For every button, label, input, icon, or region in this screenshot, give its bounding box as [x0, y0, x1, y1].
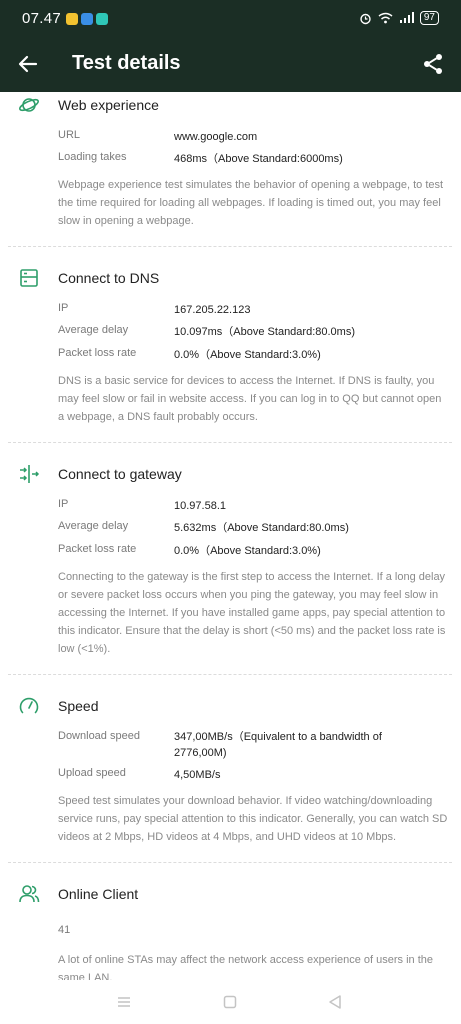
users-icon: [19, 885, 40, 903]
info-label: Packet loss rate: [58, 347, 137, 359]
info-label: IP: [58, 302, 69, 314]
section-description: Connecting to the gateway is the first s…: [58, 571, 446, 655]
info-label: Average delay: [58, 520, 129, 532]
page-title: Test details: [72, 52, 181, 74]
info-value: 4,50MB/s: [174, 769, 221, 781]
planet-icon: [19, 98, 39, 112]
server-icon: [20, 269, 38, 287]
info-value: 468ms（Above Standard:6000ms): [174, 153, 343, 165]
status-time: 07.47: [22, 10, 62, 27]
info-value: 10.97.58.1: [174, 500, 226, 512]
info-label: Loading takes: [58, 151, 127, 163]
speedometer-icon: [19, 697, 39, 714]
alarm-icon: [360, 13, 371, 24]
status-indicators: 97: [359, 11, 439, 25]
info-label: IP: [58, 498, 69, 510]
back-triangle-icon[interactable]: [325, 992, 345, 1012]
battery-indicator: 97: [419, 11, 439, 25]
info-value: 347,00MB/s（Equivalent to a bandwidth of …: [174, 731, 382, 759]
info-label: Packet loss rate: [58, 543, 137, 555]
info-value: 10.097ms（Above Standard:80.0ms): [174, 326, 355, 338]
notification-app-icon: [66, 13, 78, 25]
notification-icons: [66, 13, 108, 25]
section-title: Speed: [58, 698, 99, 714]
section-title: Connect to gateway: [58, 466, 182, 482]
test-details-list[interactable]: Web experience URL www.google.com Loadin…: [0, 92, 461, 980]
info-label: Average delay: [58, 324, 129, 336]
client-count: 41: [58, 924, 71, 936]
info-label: Download speed: [58, 730, 140, 742]
info-label: URL: [58, 129, 81, 141]
info-value: 0.0%（Above Standard:3.0%): [174, 545, 321, 557]
section-description: A lot of online STAs may affect the netw…: [58, 954, 434, 980]
gateway-arrows-icon: [20, 465, 40, 483]
section-description: Speed test simulates your download behav…: [58, 795, 448, 843]
notification-app-icon: [81, 13, 93, 25]
divider: [8, 862, 452, 863]
info-value: 167.205.22.123: [174, 304, 251, 316]
app-bar: Test details: [0, 36, 461, 92]
status-bar: 07.47 97: [0, 0, 461, 36]
section-description: Webpage experience test simulates the be…: [58, 179, 444, 227]
divider: [8, 442, 452, 443]
wifi-icon: [378, 12, 393, 24]
menu-icon[interactable]: [114, 992, 134, 1012]
info-value: 5.632ms（Above Standard:80.0ms): [174, 522, 349, 534]
info-label: Upload speed: [58, 767, 126, 779]
section-title: Web experience: [58, 97, 159, 113]
info-value: www.google.com: [174, 131, 258, 143]
divider: [8, 246, 452, 247]
section-description: DNS is a basic service for devices to ac…: [58, 375, 442, 423]
share-icon[interactable]: [421, 52, 445, 76]
system-nav-bar: [0, 980, 461, 1024]
notification-app-icon: [96, 13, 108, 25]
signal-icon: [399, 12, 414, 23]
back-arrow-icon[interactable]: [16, 52, 40, 76]
home-icon[interactable]: [220, 992, 240, 1012]
info-value: 0.0%（Above Standard:3.0%): [174, 349, 321, 361]
section-title: Connect to DNS: [58, 270, 160, 286]
section-title: Online Client: [58, 886, 139, 902]
divider: [8, 674, 452, 675]
